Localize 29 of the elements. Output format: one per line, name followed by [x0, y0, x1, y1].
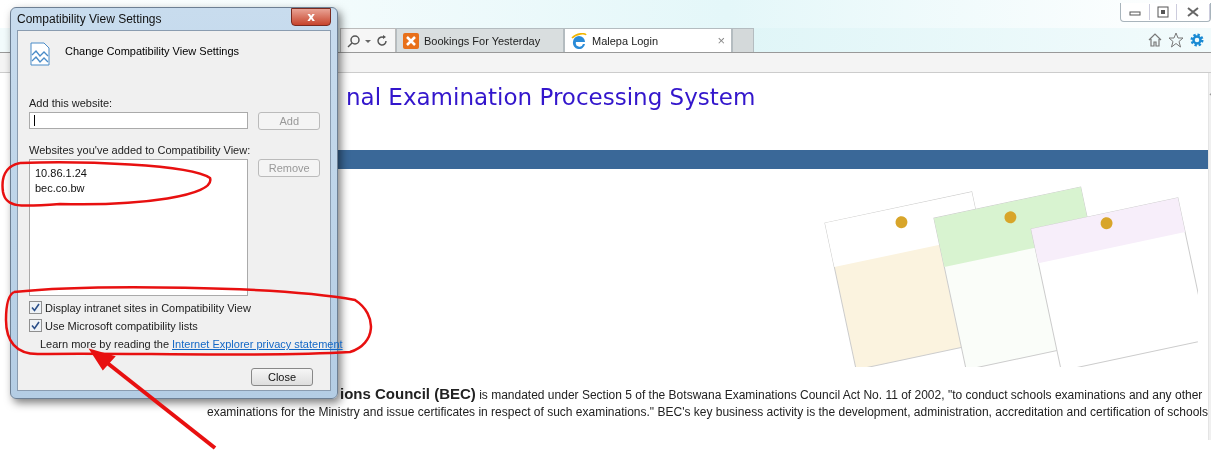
field-label: Add this website: — [29, 97, 114, 109]
close-button[interactable]: Close — [251, 368, 313, 386]
dialog-title: Compatibility View Settings — [17, 12, 162, 26]
website-list-item[interactable]: bec.co.bw — [35, 181, 243, 196]
page-icon — [29, 41, 51, 67]
settings-icon[interactable] — [1189, 32, 1205, 48]
checkbox[interactable] — [29, 319, 42, 332]
intro-text: examinations for the Ministry and issue certificates in respect of such examinations." BEC's key business activity is the development, administration, accreditation and certification of schools — [207, 405, 1209, 419]
address-bar[interactable] — [340, 28, 396, 52]
page-heading: nal Examination Processing System — [346, 84, 757, 110]
website-input-field[interactable] — [29, 112, 249, 129]
website-list-item[interactable]: 10.86.1.24 — [35, 166, 243, 181]
browser-tab[interactable]: Malepa Login × — [564, 28, 732, 52]
star-icon[interactable] — [1168, 32, 1184, 48]
search-icon[interactable] — [347, 33, 361, 48]
tab-close-button[interactable]: × — [717, 33, 725, 48]
home-icon[interactable] — [1147, 32, 1163, 48]
list-label: Websites you've added to Compatibility View: — [29, 144, 252, 156]
website-list[interactable]: 10.86.1.24 bec.co.bw — [29, 159, 249, 296]
refresh-icon[interactable] — [375, 33, 389, 48]
browser-logo-icon — [571, 32, 587, 49]
privacy-text: Learn more by reading the — [40, 338, 170, 350]
checkbox-label[interactable]: Use Microsoft compatibility lists — [45, 319, 198, 332]
checkbox-label[interactable]: Display intranet sites in Compatibility View — [45, 301, 251, 314]
site-logo-icon — [403, 32, 419, 49]
intro-text: ions Council (BEC) is mandated under Section 5 of the Botswana Examinations Council Act No. 11 of 2002, "to conduct schools examinations and any other — [340, 385, 1204, 402]
browser-tab[interactable]: Bookings For Yesterday — [396, 28, 564, 52]
dialog-heading: Change Compatibility View Settings — [65, 45, 240, 57]
checkbox[interactable] — [29, 301, 42, 314]
